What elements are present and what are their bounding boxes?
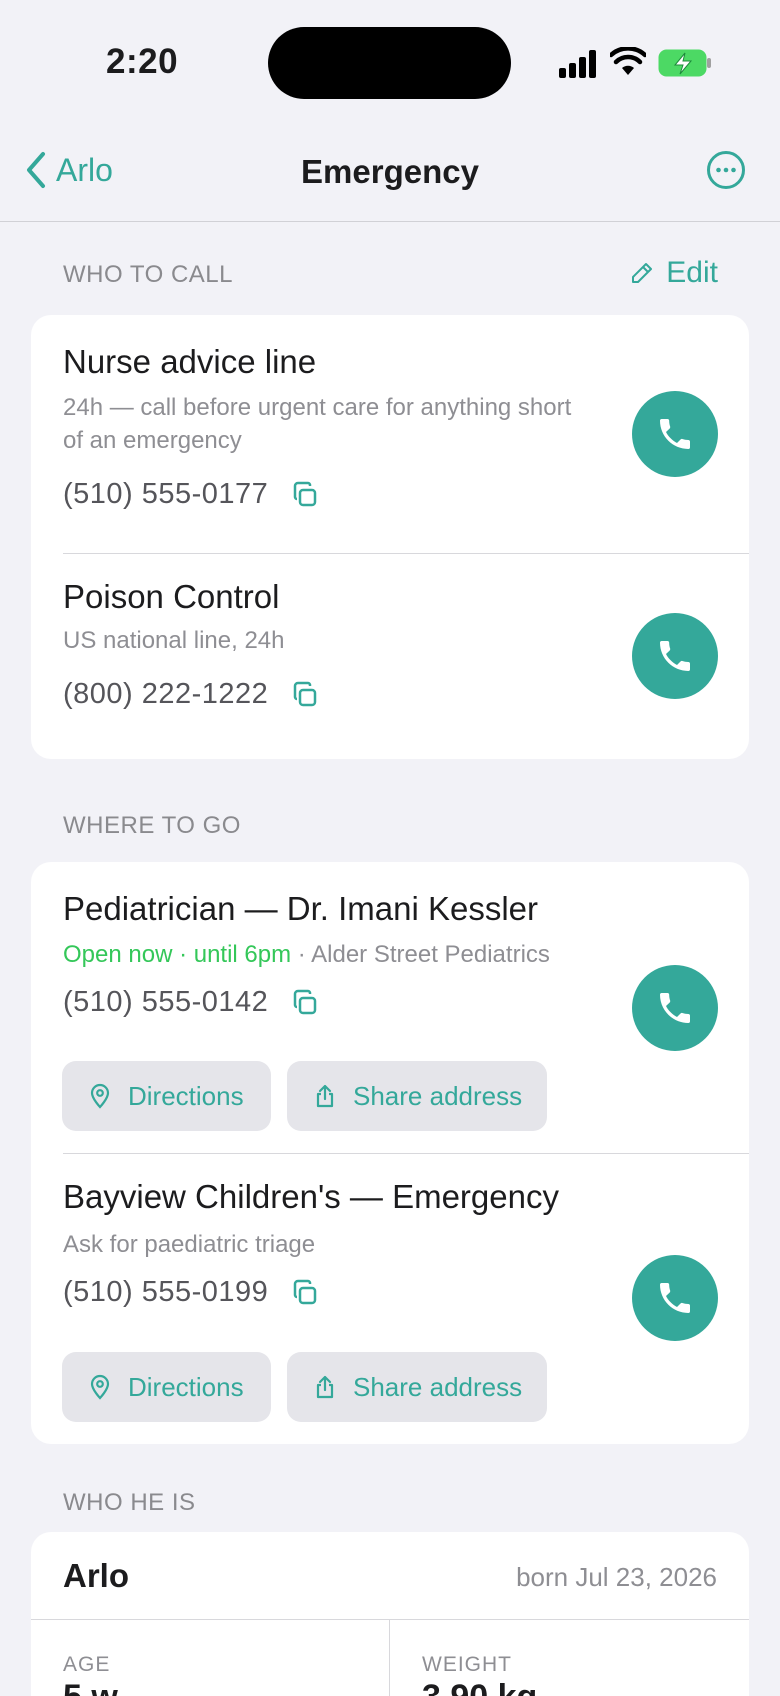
weight-value: 3.90 kg [422,1678,537,1696]
phone-number: (510) 555-0177 [63,478,269,510]
place-subtitle: Open now · until 6pm · Alder Street Pedi… [63,938,623,971]
age-value: 5 w [63,1678,118,1696]
contact-row-nurse-line: Nurse advice line 24h — call before urge… [31,315,749,553]
copy-icon[interactable] [290,680,320,710]
phone-icon [660,419,690,449]
contact-title: Nurse advice line [63,343,317,380]
directions-label: Directions [128,1371,244,1402]
dynamic-island [268,27,511,99]
phone-number: (510) 555-0199 [63,1276,269,1308]
column-divider [389,1620,390,1696]
section-label-who-to-call: WHO TO CALL [63,261,233,288]
weight-label: WEIGHT [422,1653,512,1676]
phone-number: (510) 555-0142 [63,986,269,1018]
directions-label: Directions [128,1080,244,1111]
row-divider [31,1619,749,1620]
place-row-pediatrician: Pediatrician — Dr. Imani Kessler Open no… [31,862,749,1153]
who-to-call-card: Nurse advice line 24h — call before urge… [31,315,749,759]
share-address-label: Share address [353,1080,523,1111]
share-address-button[interactable]: Share address [287,1352,547,1422]
place-phone: (510) 555-0199 [63,1276,320,1309]
navigation-bar: Arlo Emergency [0,120,780,222]
contact-subtitle: 24h — call before urgent care for anythi… [63,394,572,454]
location-pin-icon [90,1083,110,1109]
wifi-icon [610,47,646,75]
phone-number: (800) 222-1222 [63,678,269,710]
more-icon[interactable] [706,150,746,190]
place-phone: (510) 555-0142 [63,986,320,1019]
birth-date: born Jul 23, 2026 [516,1562,717,1592]
location-pin-icon [90,1374,110,1400]
who-he-is-card: Arlo born Jul 23, 2026 AGE 5 w WEIGHT 3.… [31,1532,749,1696]
copy-icon[interactable] [290,988,320,1018]
call-button[interactable] [632,391,718,477]
contact-row-poison-control: Poison Control US national line, 24h (80… [31,554,749,759]
copy-icon[interactable] [290,480,320,510]
where-to-go-card: Pediatrician — Dr. Imani Kessler Open no… [31,862,749,1444]
share-icon [316,1084,334,1108]
share-address-label: Share address [353,1371,523,1402]
call-button[interactable] [632,965,718,1051]
section-label-who-he-is: WHO HE IS [63,1489,196,1516]
place-title: Bayview Children's — Emergency [63,1178,559,1215]
place-title: Pediatrician — Dr. Imani Kessler [63,890,539,927]
contact-subtitle: US national line, 24h [63,627,285,654]
edit-button[interactable]: Edit [630,256,718,290]
call-button[interactable] [632,613,718,699]
section-label-where-to-go: WHERE TO GO [63,812,241,839]
share-icon [316,1375,334,1399]
directions-button[interactable]: Directions [62,1061,271,1131]
page-title: Emergency [301,153,479,190]
phone-icon [660,993,690,1023]
cellular-signal-icon [559,50,599,78]
share-address-button[interactable]: Share address [287,1061,547,1131]
place-location: · Alder Street Pediatrics [291,941,550,968]
contact-phone: (800) 222-1222 [63,678,320,711]
open-status: Open now · until 6pm [63,941,292,968]
status-time: 2:20 [106,42,179,81]
child-name: Arlo [63,1557,129,1594]
contact-title: Poison Control [63,578,280,615]
edit-label: Edit [666,256,718,289]
status-bar: 2:20 [0,0,780,120]
contact-phone: (510) 555-0177 [63,478,320,511]
age-label: AGE [63,1653,111,1676]
phone-icon [660,641,690,671]
directions-button[interactable]: Directions [62,1352,271,1422]
battery-charging-icon [658,49,711,77]
call-button[interactable] [632,1255,718,1341]
phone-icon [660,1283,690,1313]
place-row-bayview-emergency: Bayview Children's — Emergency Ask for p… [31,1154,749,1444]
place-subtitle: Ask for paediatric triage [63,1231,316,1258]
copy-icon[interactable] [290,1278,320,1308]
pencil-icon [632,263,653,283]
